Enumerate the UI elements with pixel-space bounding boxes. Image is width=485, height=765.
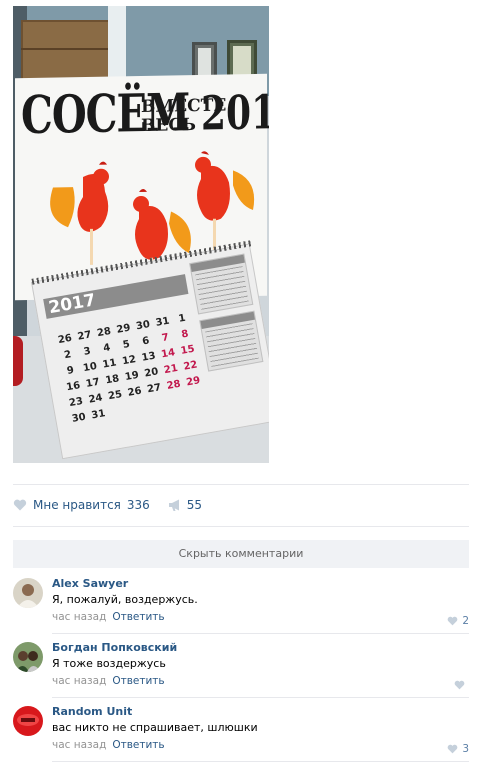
divider bbox=[13, 526, 469, 527]
comment-like-button[interactable]: 2 bbox=[447, 611, 469, 630]
comment-like-count: 2 bbox=[462, 614, 469, 627]
divider bbox=[13, 484, 469, 485]
poster-title-middle: ВМЕСТЕ ВЕСЬ bbox=[141, 95, 227, 136]
calendar-day bbox=[148, 398, 168, 417]
share-count: 55 bbox=[186, 498, 203, 512]
avatar[interactable] bbox=[13, 706, 43, 736]
comment-time[interactable]: час назад bbox=[52, 739, 106, 751]
comment-item: Alex Sawyer Я, пожалуй, воздержусь. час … bbox=[13, 570, 469, 634]
like-count: 336 bbox=[126, 498, 150, 512]
comment-time[interactable]: час назад bbox=[52, 611, 106, 623]
desk-calendar: 2017 26 27 28 29 30 31 1 2 3 4 5 6 7 8 9 10 11 12 13 14 15 16… bbox=[31, 240, 269, 460]
photo-hand bbox=[13, 336, 23, 386]
comment-author[interactable]: Богдан Попковский bbox=[52, 641, 177, 654]
comment-like-button[interactable] bbox=[454, 675, 469, 694]
share-button[interactable]: 55 bbox=[168, 498, 202, 512]
calendar-mini-month bbox=[199, 310, 264, 372]
post-actions: Мне нравится 336 55 bbox=[13, 497, 202, 513]
poster-title-right: 2017 bbox=[201, 84, 269, 142]
heart-icon bbox=[13, 499, 27, 511]
comment-author[interactable]: Alex Sawyer bbox=[52, 577, 128, 590]
reply-button[interactable]: Ответить bbox=[112, 611, 164, 623]
like-label: Мне нравится bbox=[33, 498, 121, 512]
heart-icon bbox=[447, 611, 458, 630]
comment-text: вас никто не спрашивает, шлюшки bbox=[52, 721, 258, 734]
comment-like-count: 3 bbox=[462, 742, 469, 755]
photo-shelf bbox=[21, 20, 113, 82]
comment-author[interactable]: Random Unit bbox=[52, 705, 132, 718]
avatar[interactable] bbox=[13, 642, 43, 672]
heart-icon bbox=[447, 739, 458, 758]
calendar-day bbox=[109, 404, 129, 423]
comment-item: Random Unit вас никто не спрашивает, шлю… bbox=[13, 698, 469, 762]
avatar[interactable] bbox=[13, 578, 43, 608]
comment-like-button[interactable]: 3 bbox=[447, 739, 469, 758]
comment-meta: час назад Ответить bbox=[52, 675, 165, 687]
comment-item: Богдан Попковский Я тоже воздержусь час … bbox=[13, 634, 469, 698]
calendar-grid: 26 27 28 29 30 31 1 2 3 4 5 6 7 8 9 10 11 12 13 14 15 16 17 18 1… bbox=[56, 312, 207, 430]
comment-text: Я тоже воздержусь bbox=[52, 657, 166, 670]
divider bbox=[52, 761, 469, 762]
heart-icon bbox=[454, 675, 465, 694]
comment-text: Я, пожалуй, воздержусь. bbox=[52, 593, 198, 606]
comment-time[interactable]: час назад bbox=[52, 675, 106, 687]
calendar-day: 30 bbox=[71, 411, 87, 425]
reply-button[interactable]: Ответить bbox=[112, 739, 164, 751]
like-button[interactable]: Мне нравится 336 bbox=[13, 498, 150, 512]
calendar-year: 2017 bbox=[47, 290, 98, 319]
reply-button[interactable]: Ответить bbox=[112, 675, 164, 687]
calendar-day: 31 bbox=[90, 408, 107, 422]
megaphone-icon bbox=[168, 499, 182, 512]
calendar-mini-month bbox=[189, 253, 254, 315]
calendar-day bbox=[167, 394, 187, 413]
photo-shelf-board bbox=[21, 48, 113, 50]
comment-meta: час назад Ответить bbox=[52, 739, 165, 751]
comment-meta: час назад Ответить bbox=[52, 611, 165, 623]
calendar-day bbox=[128, 401, 148, 420]
calendar-day bbox=[187, 391, 207, 410]
hide-comments-button[interactable]: Скрыть комментарии bbox=[13, 540, 469, 568]
post-photo[interactable]: СОСЁМ ВМЕСТЕ ВЕСЬ 2017 2017 26 27 28 29 … bbox=[13, 6, 269, 463]
